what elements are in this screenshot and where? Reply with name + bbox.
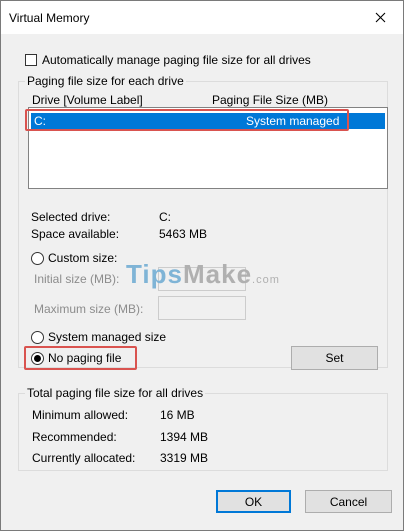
recommended-label: Recommended: <box>32 430 117 444</box>
system-managed-label: System managed size <box>48 330 167 344</box>
no-paging-label: No paging file <box>48 351 122 365</box>
drive-row-size: System managed <box>246 114 340 128</box>
no-paging-radio[interactable] <box>31 352 44 365</box>
selected-drive-label: Selected drive: <box>31 210 111 224</box>
initial-size-label: Initial size (MB): <box>34 272 120 286</box>
custom-size-radio[interactable] <box>31 252 44 265</box>
close-button[interactable] <box>357 1 403 34</box>
currently-allocated-value: 3319 MB <box>160 451 209 465</box>
selected-drive-value: C: <box>159 210 171 224</box>
drive-list[interactable]: C: System managed <box>28 107 388 189</box>
title-bar: Virtual Memory <box>1 1 403 34</box>
totals-group-legend: Total paging file size for all drives <box>25 386 206 400</box>
virtual-memory-dialog: Virtual Memory Automatically manage pagi… <box>0 0 404 531</box>
drive-row-c[interactable]: C: System managed <box>31 113 385 129</box>
close-icon <box>375 12 385 23</box>
window-title: Virtual Memory <box>9 11 90 25</box>
space-available-value: 5463 MB <box>159 227 208 241</box>
minimum-allowed-value: 16 MB <box>160 408 195 422</box>
column-header-size[interactable]: Paging File Size (MB) <box>212 93 328 107</box>
maximum-size-label: Maximum size (MB): <box>34 302 144 316</box>
recommended-value: 1394 MB <box>160 430 209 444</box>
auto-manage-label: Automatically manage paging file size fo… <box>42 53 311 67</box>
column-header-drive[interactable]: Drive [Volume Label] <box>32 93 143 107</box>
set-button[interactable]: Set <box>291 346 378 370</box>
maximum-size-input[interactable] <box>158 296 246 320</box>
minimum-allowed-label: Minimum allowed: <box>32 408 129 422</box>
auto-manage-checkbox[interactable] <box>25 54 37 66</box>
radio-selected-dot <box>34 355 41 362</box>
drive-row-drive: C: <box>34 114 46 128</box>
space-available-label: Space available: <box>31 227 120 241</box>
watermark-logo: TipsMake.com <box>126 259 280 289</box>
paging-group-legend: Paging file size for each drive <box>25 74 186 88</box>
custom-size-label: Custom size: <box>48 251 118 265</box>
ok-button[interactable]: OK <box>216 490 291 513</box>
system-managed-radio[interactable] <box>31 331 44 344</box>
cancel-button[interactable]: Cancel <box>305 490 392 513</box>
currently-allocated-label: Currently allocated: <box>32 451 136 465</box>
